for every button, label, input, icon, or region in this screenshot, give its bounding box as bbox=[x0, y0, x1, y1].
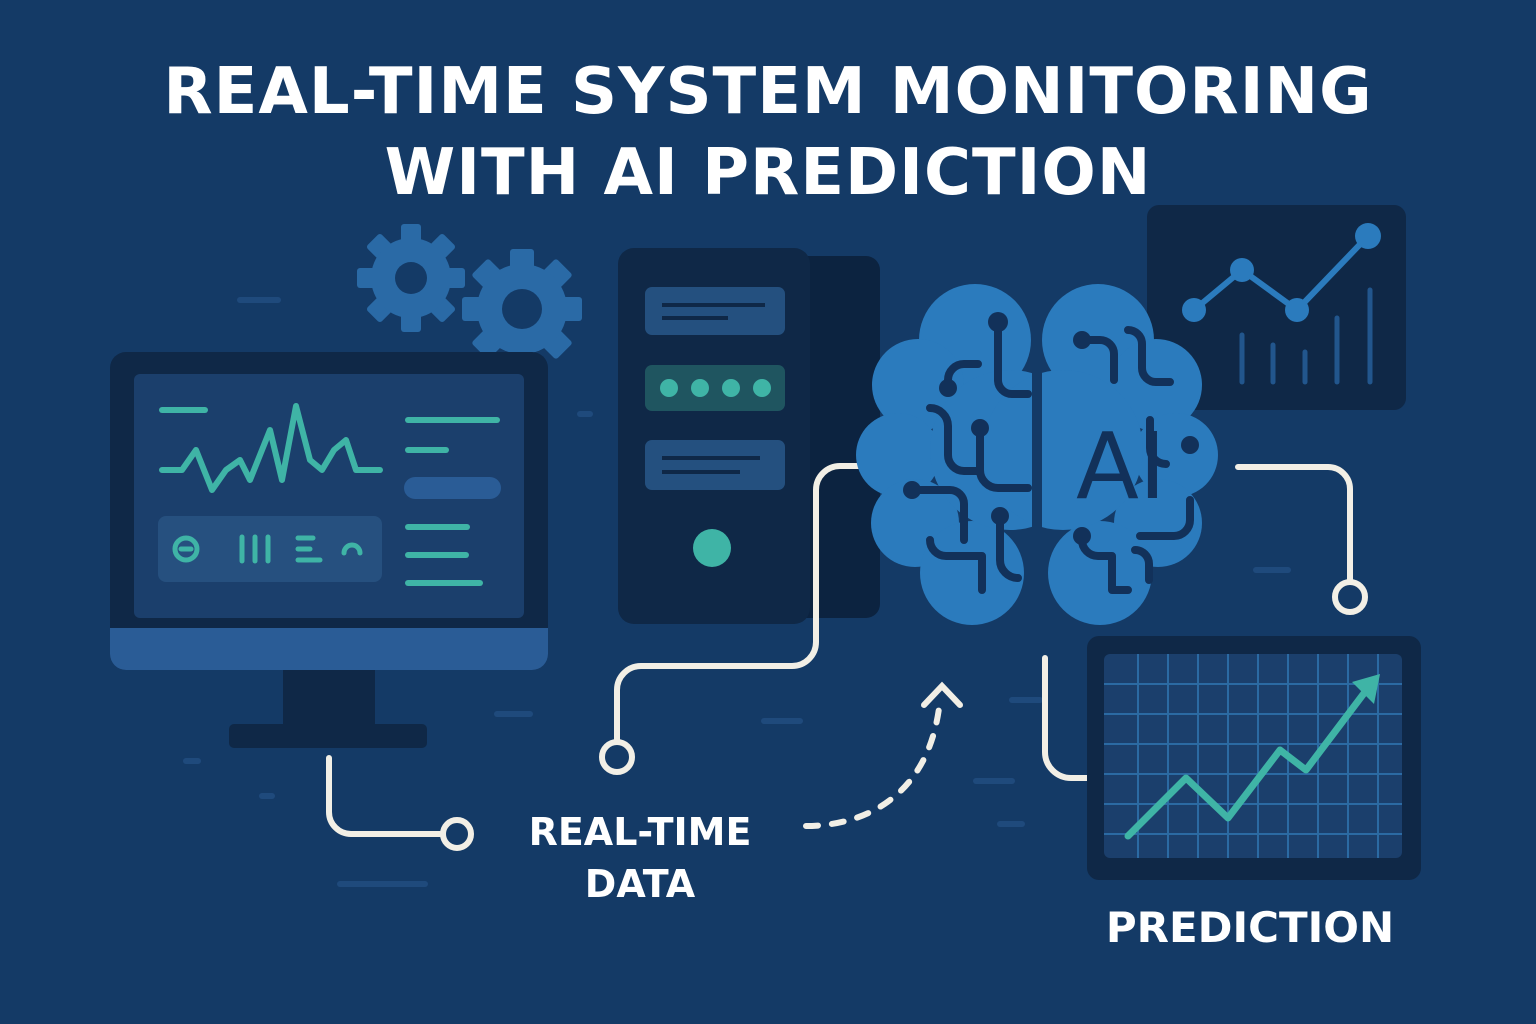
gear-icon bbox=[462, 249, 582, 369]
realtime-data-label-line1: REAL-TIME bbox=[528, 810, 752, 854]
gear-icon bbox=[357, 224, 465, 332]
monitor-icon bbox=[110, 352, 548, 748]
prediction-chart-icon bbox=[1087, 636, 1421, 880]
page-subtitle: WITH AI PREDICTION bbox=[384, 136, 1152, 210]
page-title: REAL-TIME SYSTEM MONITORING bbox=[163, 55, 1373, 129]
brain-ai-text: AI bbox=[1075, 413, 1167, 520]
arrow-icon bbox=[803, 681, 963, 829]
realtime-data-label: REAL-TIME DATA bbox=[505, 806, 775, 910]
prediction-label: PREDICTION bbox=[1105, 903, 1395, 952]
realtime-data-label-line2: DATA bbox=[584, 862, 696, 906]
server-icon bbox=[618, 248, 880, 624]
